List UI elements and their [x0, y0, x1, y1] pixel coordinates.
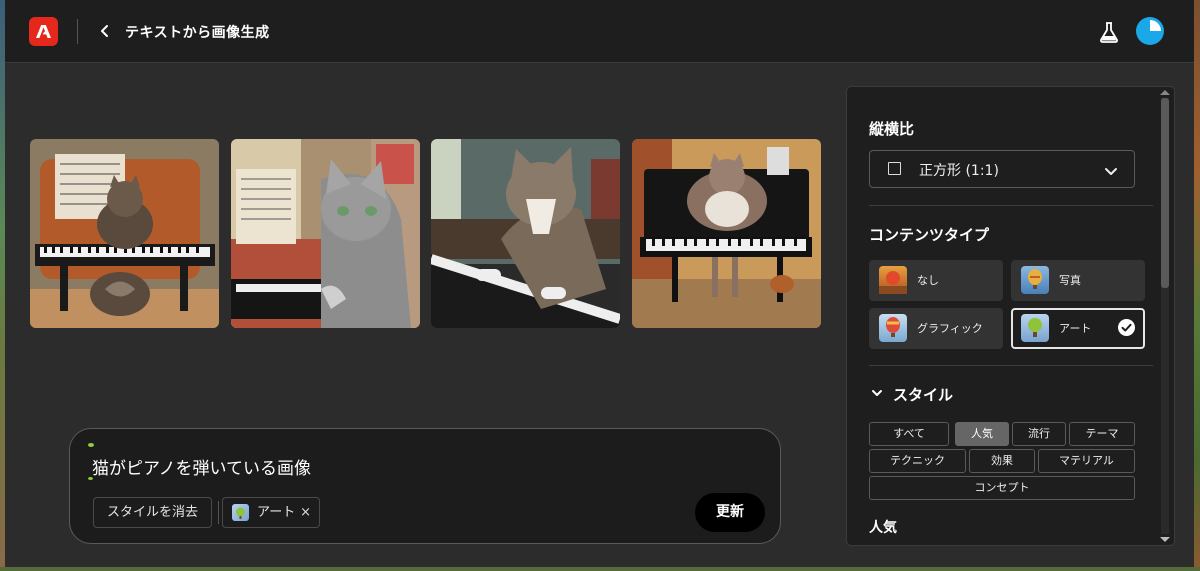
- prompt-box: 猫がピアノを弾いている画像 スタイルを消去 アート × 更新: [69, 428, 781, 544]
- graphic-thumbnail-icon: [879, 314, 907, 342]
- content-type-photo[interactable]: 写真: [1011, 260, 1145, 301]
- desktop-wallpaper-right: [1194, 0, 1200, 571]
- prompt-input[interactable]: 猫がピアノを弾いている画像: [92, 454, 311, 479]
- clear-style-button[interactable]: スタイルを消去: [93, 497, 212, 528]
- generated-image-4[interactable]: [632, 139, 821, 328]
- aspect-ratio-select[interactable]: 正方形 (1:1): [869, 150, 1135, 188]
- chip-divider: [218, 501, 219, 524]
- scroll-thumb[interactable]: [1161, 98, 1169, 288]
- generated-image-1[interactable]: [30, 139, 219, 328]
- style-tab-popular[interactable]: 人気: [955, 422, 1009, 446]
- style-tab-effect[interactable]: 効果: [969, 449, 1035, 473]
- style-tab-concept[interactable]: コンセプト: [869, 476, 1135, 500]
- style-chip-art[interactable]: アート ×: [222, 497, 320, 528]
- art-thumbnail-icon: [1021, 314, 1049, 342]
- section-divider: [869, 205, 1153, 206]
- header-divider: [77, 19, 78, 44]
- content-type-label: なし: [917, 274, 939, 287]
- content-type-none[interactable]: なし: [869, 260, 1003, 301]
- generated-image-2[interactable]: [231, 139, 420, 328]
- style-title: スタイル: [893, 386, 954, 404]
- page-title: テキストから画像生成: [125, 25, 270, 41]
- settings-panel: 縦横比 正方形 (1:1) コンテンツタイプ なし 写真 グラフィック アート …: [846, 86, 1175, 546]
- aspect-ratio-title: 縦横比: [869, 120, 915, 138]
- style-tab-technique[interactable]: テクニック: [869, 449, 966, 473]
- photo-thumbnail-icon: [1021, 266, 1049, 294]
- top-bar: テキストから画像生成: [5, 0, 1194, 63]
- remove-chip-icon[interactable]: ×: [300, 498, 311, 527]
- back-chevron-icon[interactable]: [95, 20, 115, 42]
- popular-section-title: 人気: [869, 520, 897, 536]
- style-tab-material[interactable]: マテリアル: [1038, 449, 1135, 473]
- desktop-wallpaper-bottom: [0, 567, 1200, 571]
- square-icon: [888, 162, 901, 175]
- scroll-down-arrow-icon[interactable]: [1160, 537, 1170, 542]
- chevron-down-icon: [872, 390, 882, 396]
- checkmark-icon: [1118, 319, 1135, 336]
- chevron-down-icon: [1104, 163, 1118, 182]
- content-type-label: 写真: [1059, 274, 1081, 287]
- content-type-label: アート: [1059, 322, 1092, 335]
- app-window: テキストから画像生成 猫がピアノを弾いている画像 スタイルを消去 アート × 更…: [5, 0, 1194, 567]
- adobe-logo-icon[interactable]: [29, 17, 58, 46]
- art-balloon-thumbnail-icon: [232, 504, 249, 521]
- panel-scrollbar[interactable]: [1158, 86, 1172, 546]
- user-avatar[interactable]: [1136, 17, 1164, 45]
- style-section-toggle[interactable]: スタイル: [869, 384, 989, 406]
- section-divider: [869, 365, 1153, 366]
- aspect-ratio-value: 正方形 (1:1): [919, 163, 999, 179]
- sparkle-icon: [88, 443, 94, 447]
- none-thumbnail-icon: [879, 266, 907, 294]
- labs-flask-icon[interactable]: [1098, 20, 1120, 44]
- style-tab-trending[interactable]: 流行: [1012, 422, 1066, 446]
- style-chip-label: アート: [257, 505, 296, 520]
- update-button[interactable]: 更新: [695, 493, 765, 532]
- scroll-up-arrow-icon[interactable]: [1160, 90, 1170, 95]
- content-type-label: グラフィック: [917, 322, 983, 335]
- style-tab-all[interactable]: すべて: [869, 422, 949, 446]
- content-type-graphic[interactable]: グラフィック: [869, 308, 1003, 349]
- generated-image-3[interactable]: [431, 139, 620, 328]
- content-type-title: コンテンツタイプ: [869, 226, 990, 244]
- style-tab-theme[interactable]: テーマ: [1069, 422, 1135, 446]
- content-type-art[interactable]: アート: [1011, 308, 1145, 349]
